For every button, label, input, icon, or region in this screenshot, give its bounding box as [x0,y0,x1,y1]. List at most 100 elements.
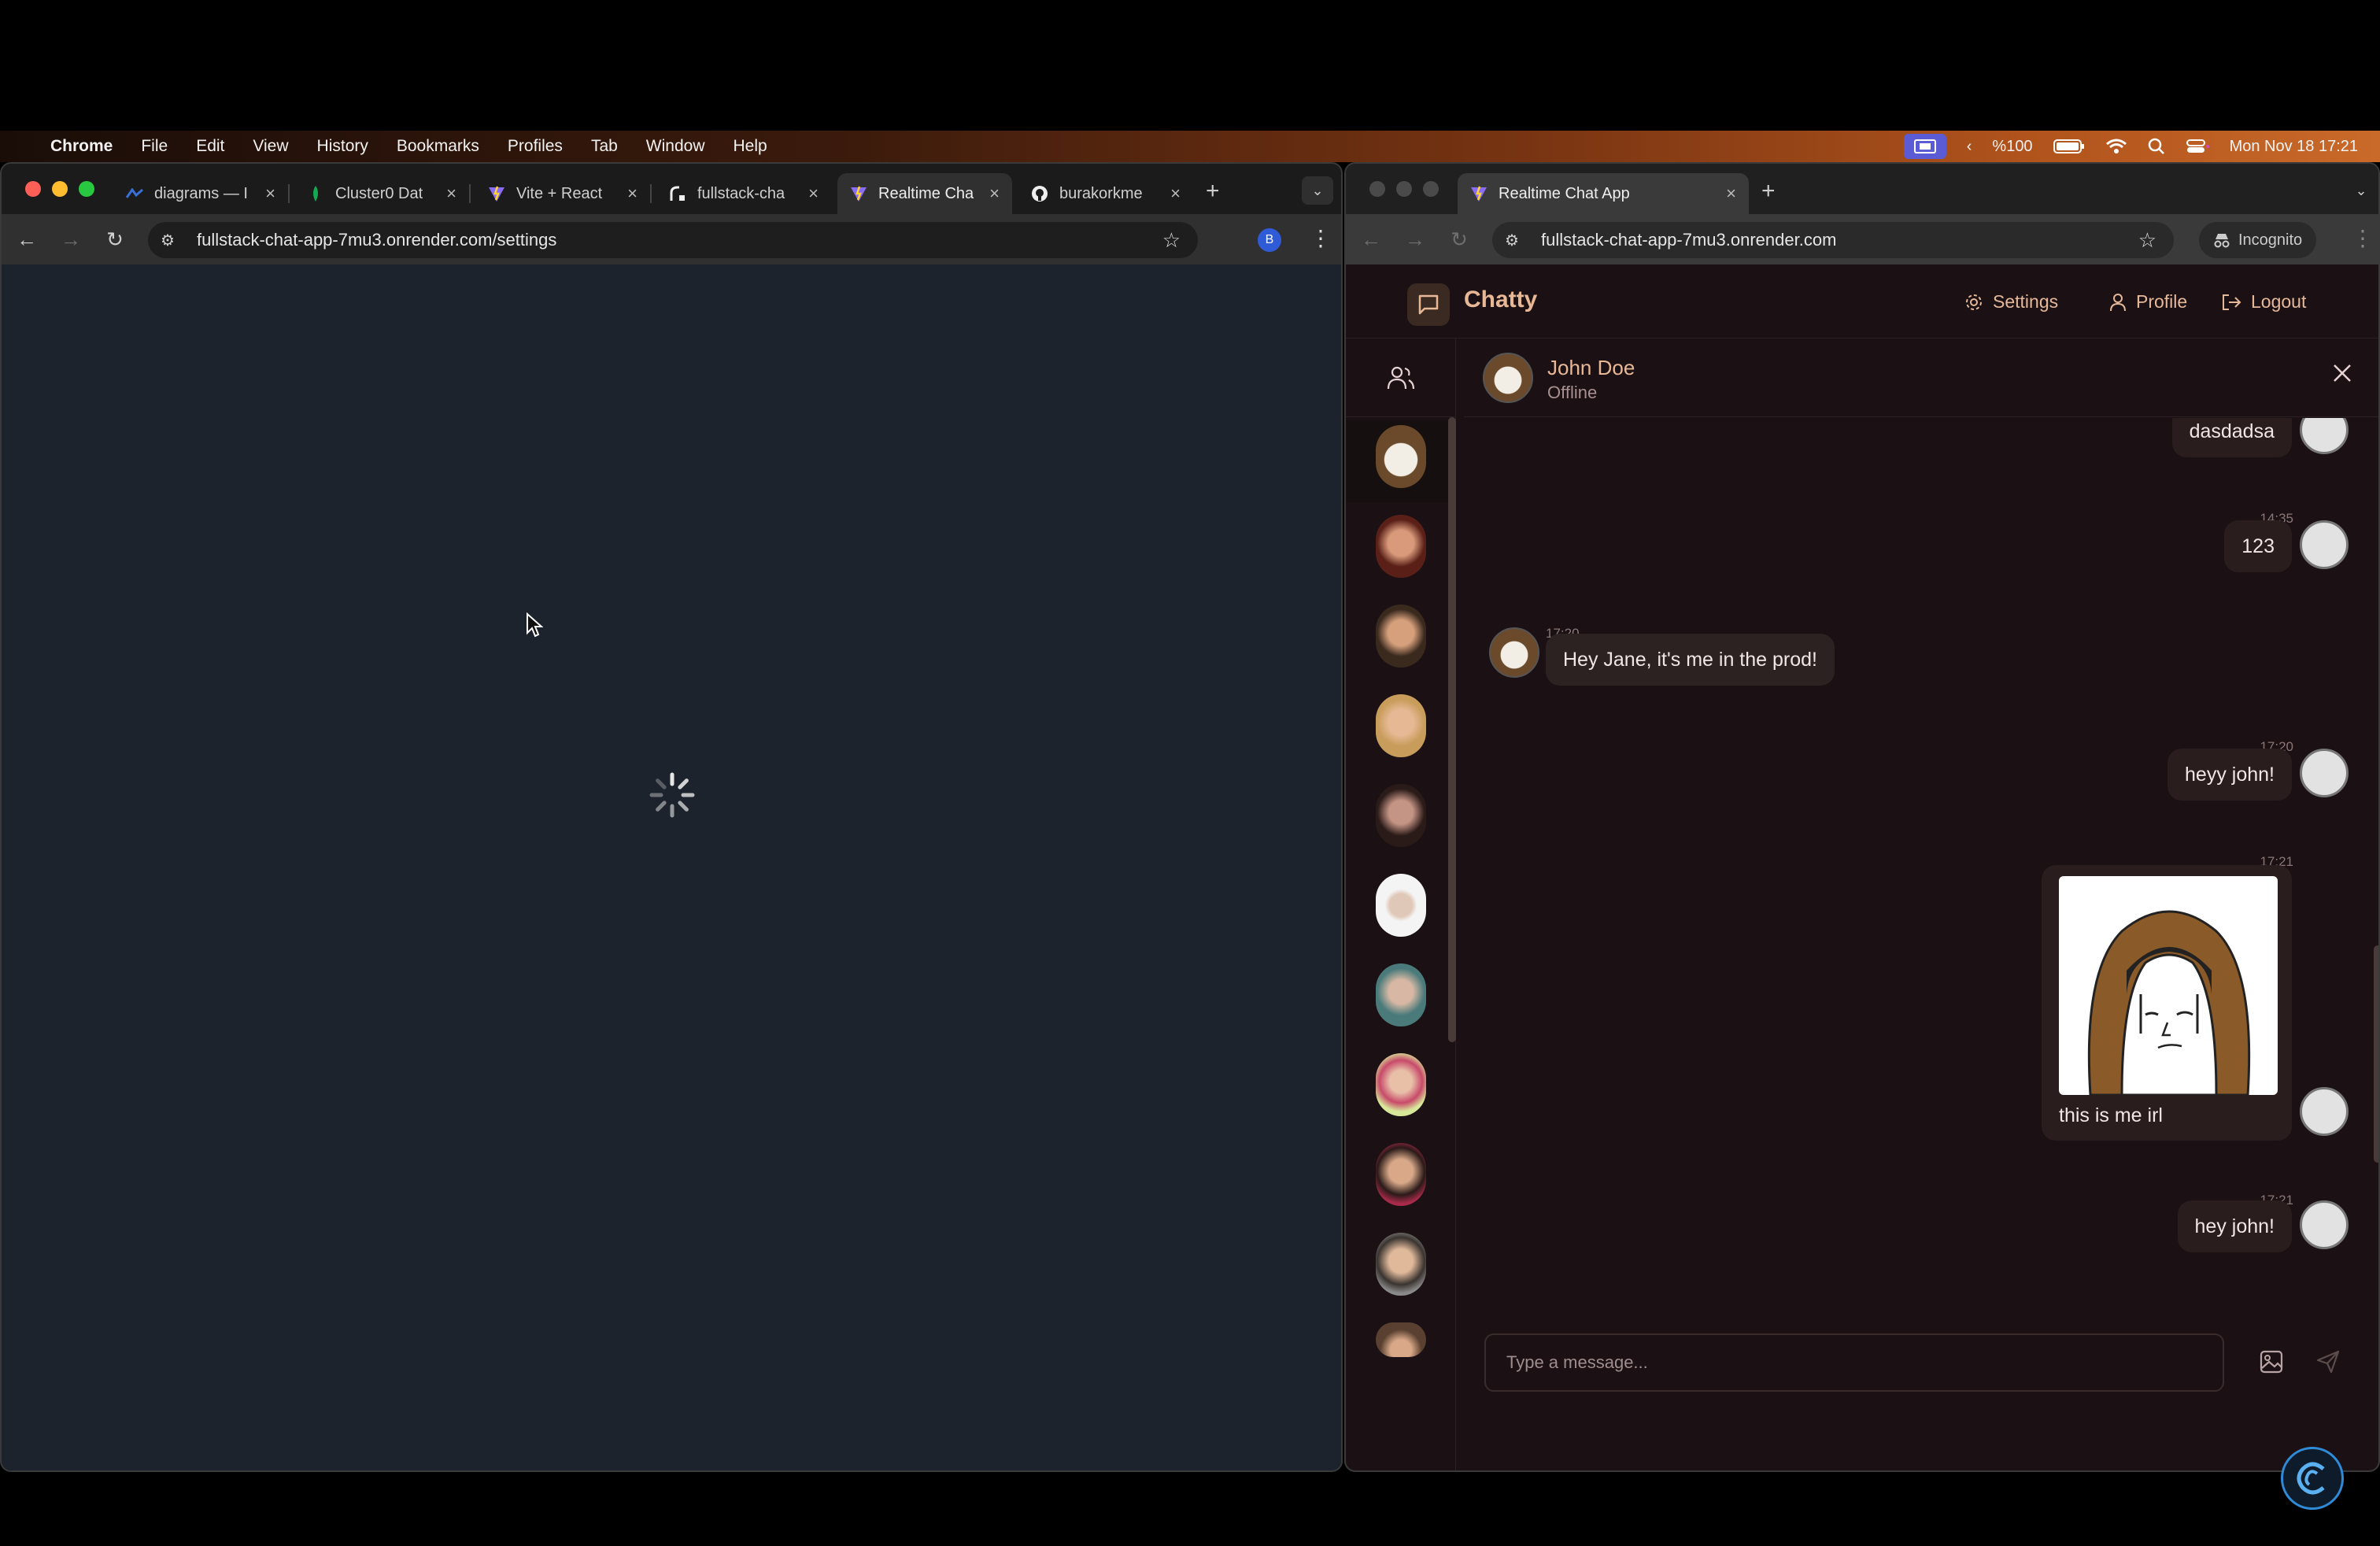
tab-strip: Realtime Chat App × + ⌄ [1346,164,2378,214]
back-button[interactable]: ← [1349,227,1393,252]
menu-app-name[interactable]: Chrome [50,137,113,156]
contact-avatar[interactable] [1376,963,1426,1026]
chat-logo-icon[interactable] [1407,283,1450,326]
page-viewport [2,264,1341,1470]
tab-diagrams[interactable]: diagrams — I × [113,173,290,214]
address-bar[interactable]: ⚙ fullstack-chat-app-7mu3.onrender.com/s… [148,222,1198,258]
chevron-left-icon[interactable]: ‹ [1967,138,1972,156]
tab-cluster0[interactable]: Cluster0 Dat × [294,173,471,214]
user-avatar [2300,418,2349,454]
tab-label: fullstack-cha [697,184,785,202]
close-icon[interactable]: × [989,183,1000,204]
address-bar[interactable]: ⚙ fullstack-chat-app-7mu3.onrender.com ☆ [1492,222,2174,258]
send-icon[interactable] [2315,1349,2341,1374]
contact-avatar[interactable] [1376,1053,1426,1116]
contact-avatar[interactable] [1376,1322,1426,1357]
settings-link[interactable]: Settings [1964,291,2058,313]
floating-app-badge-icon[interactable] [2281,1447,2344,1510]
screen-share-icon[interactable] [1903,134,1946,159]
image-upload-icon[interactable] [2259,1349,2284,1374]
vite-icon [1470,185,1488,202]
tab-strip: diagrams — I × Cluster0 Dat × Vite + Rea… [2,164,1341,214]
zoom-window-button[interactable] [79,181,94,197]
chat-bubble-sent: 123 [2224,520,2292,572]
close-window-button[interactable] [1369,181,1385,197]
reload-button[interactable]: ↻ [93,227,137,252]
menu-file[interactable]: File [141,137,168,156]
menubar-datetime[interactable]: Mon Nov 18 17:21 [2230,138,2358,156]
contact-avatar[interactable] [1376,694,1426,757]
contact-avatar[interactable] [1376,1143,1426,1206]
menu-profiles[interactable]: Profiles [508,137,563,156]
site-settings-icon[interactable]: ⚙ [161,231,181,250]
close-icon[interactable]: × [627,183,638,204]
forward-button[interactable]: → [49,227,93,252]
control-center-icon[interactable] [2186,138,2209,155]
logout-button[interactable]: Logout [2221,291,2306,313]
github-icon [1031,185,1048,202]
close-icon[interactable]: × [808,183,819,204]
spotlight-search-icon[interactable] [2148,138,2165,155]
back-button[interactable]: ← [5,227,49,252]
minimize-window-button[interactable] [52,181,68,197]
close-chat-icon[interactable] [2331,362,2353,384]
close-icon[interactable]: × [1170,183,1181,204]
browser-window-right: Realtime Chat App × + ⌄ ← → ↻ ⚙ fullstac… [1344,162,2380,1472]
site-settings-icon[interactable]: ⚙ [1505,231,1525,250]
zoom-window-button[interactable] [1423,181,1439,197]
message-input[interactable]: Type a message... [1484,1333,2224,1392]
mongodb-leaf-icon [307,185,324,202]
attached-image[interactable] [2059,876,2278,1095]
tab-realtime-chat[interactable]: Realtime Cha × [837,173,1012,214]
tab-realtime-chat-app[interactable]: Realtime Chat App × [1458,173,1749,214]
logout-icon [2221,293,2241,312]
sidebar-scrollbar[interactable] [1448,417,1456,1042]
bookmark-star-icon[interactable]: ☆ [2138,228,2156,253]
menu-window[interactable]: Window [646,137,705,156]
profile-avatar[interactable]: B [1258,228,1281,252]
menu-view[interactable]: View [253,137,288,156]
tab-github[interactable]: burakorkme × [1018,173,1193,214]
contact-avatar[interactable] [1376,1233,1426,1296]
menu-bookmarks[interactable]: Bookmarks [397,137,479,156]
new-tab-button[interactable]: + [1761,178,1776,205]
close-icon[interactable]: × [446,183,456,204]
new-tab-button[interactable]: + [1206,178,1220,205]
contact-avatar[interactable] [1376,874,1426,937]
tab-fullstack[interactable]: fullstack-cha × [656,173,831,214]
app-navbar: Chatty Settings Profile Logout [1346,264,2378,338]
browser-toolbar: ← → ↻ ⚙ fullstack-chat-app-7mu3.onrender… [1346,214,2378,264]
contact-avatar[interactable] [1376,605,1426,668]
chat-image-message: this is me irl [2042,865,2292,1141]
battery-icon[interactable] [2053,139,2085,154]
chrome-menu-icon[interactable]: ⋮ [2352,225,2374,251]
profile-link[interactable]: Profile [2109,291,2187,313]
contact-avatar [1483,353,1533,403]
contact-avatar[interactable] [1376,425,1426,488]
tab-vite-react[interactable]: Vite + React × [475,173,652,214]
reload-button[interactable]: ↻ [1437,227,1481,252]
close-window-button[interactable] [25,181,41,197]
minimize-window-button[interactable] [1396,181,1412,197]
forward-button[interactable]: → [1393,227,1437,252]
chrome-menu-icon[interactable]: ⋮ [1310,225,1332,251]
vite-icon [488,185,505,202]
close-icon[interactable]: × [1726,183,1736,204]
menu-tab[interactable]: Tab [591,137,618,156]
messages-scrollbar[interactable] [2374,945,2378,1163]
wifi-icon[interactable] [2105,138,2127,155]
bookmark-star-icon[interactable]: ☆ [1162,228,1181,253]
incognito-badge[interactable]: Incognito [2199,222,2317,258]
contact-avatar[interactable] [1376,515,1426,578]
tab-label: burakorkme [1059,184,1143,202]
menu-help[interactable]: Help [734,137,767,156]
close-icon[interactable]: × [265,183,275,204]
contact-avatar[interactable] [1376,784,1426,847]
app-brand[interactable]: Chatty [1464,287,1537,313]
tab-search-button[interactable]: ⌄ [2345,176,2377,205]
menu-history[interactable]: History [317,137,368,156]
browser-window-left: diagrams — I × Cluster0 Dat × Vite + Rea… [0,162,1343,1472]
tab-search-button[interactable]: ⌄ [1302,176,1333,205]
incognito-label: Incognito [2238,231,2303,249]
menu-edit[interactable]: Edit [196,137,224,156]
